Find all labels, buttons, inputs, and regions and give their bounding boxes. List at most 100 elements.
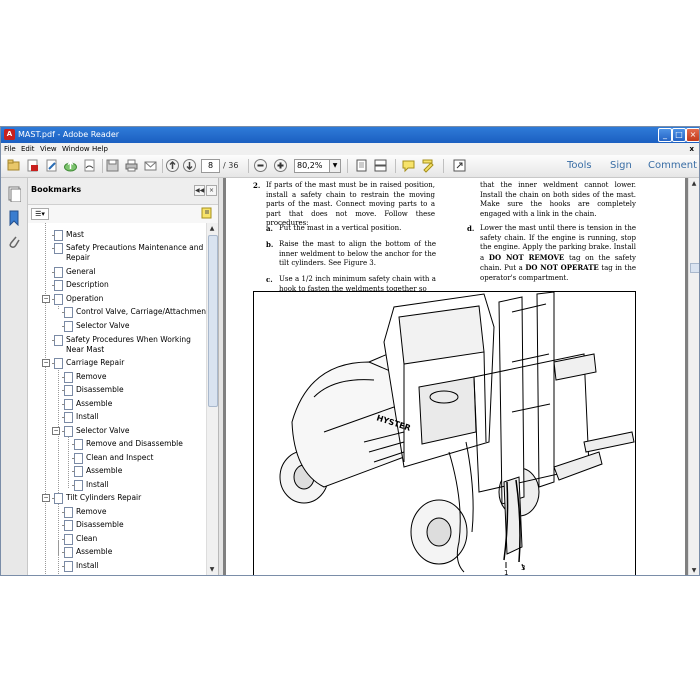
scroll-up-icon[interactable]: ▲ (208, 224, 216, 233)
cloud-upload-icon[interactable] (63, 158, 78, 173)
collapse-panel-icon[interactable]: ◀◀ (194, 185, 205, 196)
toolbar-separator (162, 159, 163, 173)
adobe-reader-icon: A (4, 129, 15, 140)
scroll-down-icon[interactable]: ▼ (208, 565, 216, 574)
bookmark-page-icon (52, 335, 63, 346)
bookmarks-panel-icon[interactable] (7, 210, 21, 227)
bookmark-page-icon (62, 561, 73, 572)
figure-callout-3: 3 (521, 564, 525, 572)
menu-window[interactable]: Window (62, 144, 90, 154)
zoom-input[interactable]: 80,2% (294, 159, 332, 173)
bookmarks-scrollbar[interactable]: ▲ ▼ (206, 223, 218, 575)
document-close-icon[interactable]: x (689, 144, 694, 154)
page-count: / 36 (223, 161, 239, 170)
previous-page-icon[interactable] (165, 158, 180, 173)
scroll-mode-icon[interactable] (373, 158, 388, 173)
print-icon[interactable] (124, 158, 139, 173)
zoom-out-icon[interactable] (253, 158, 268, 173)
fit-page-icon[interactable] (354, 158, 369, 173)
attachments-icon[interactable] (7, 234, 21, 250)
zoom-dropdown-icon[interactable]: ▼ (329, 159, 341, 173)
bookmark-page-icon (62, 307, 73, 318)
bookmark-page-icon (52, 493, 63, 504)
menu-file[interactable]: File (4, 144, 16, 154)
bookmark-page-icon (52, 230, 63, 241)
edit-document-icon[interactable] (44, 158, 59, 173)
close-panel-icon[interactable]: × (206, 185, 217, 196)
collapse-toggle-icon[interactable]: − (42, 494, 50, 502)
comment-note-icon[interactable] (401, 158, 416, 173)
bookmark-page-icon (62, 547, 73, 558)
bookmark-action-icon[interactable] (201, 207, 213, 219)
bookmark-page-icon (72, 466, 83, 477)
email-icon[interactable] (143, 158, 158, 173)
highlight-icon[interactable] (421, 158, 436, 173)
scroll-up-icon[interactable]: ▲ (690, 179, 698, 188)
document-view: 2. If parts of the mast must be in raise… (223, 178, 688, 576)
bookmark-page-icon (52, 358, 63, 369)
minimize-icon[interactable]: _ (658, 128, 672, 142)
bookmark-page-icon (52, 243, 63, 254)
bookmarks-title: Bookmarks (31, 185, 82, 194)
open-icon[interactable] (6, 158, 21, 173)
save-icon[interactable] (105, 158, 120, 173)
bookmark-page-icon (62, 507, 73, 518)
bookmark-page-icon (52, 267, 63, 278)
navigation-pane-strip (1, 178, 28, 575)
paragraph-step-b: b. Raise the mast to align the bottom of… (266, 240, 436, 267)
bookmark-page-icon (62, 412, 73, 423)
toolbar-separator (395, 159, 396, 173)
menu-bar: File Edit View Window Help x (1, 143, 699, 155)
scrollbar-thumb[interactable] (208, 235, 218, 407)
bookmark-page-icon (62, 372, 73, 383)
bookmark-page-icon (52, 280, 63, 291)
page-number-input[interactable]: 8 (201, 159, 220, 173)
collapse-toggle-icon[interactable]: − (42, 359, 50, 367)
bookmarks-toolbar: ☰▾ (28, 205, 218, 223)
bookmark-options-icon[interactable]: ☰▾ (31, 208, 49, 220)
toolbar-separator (102, 159, 103, 173)
toolbar-separator (347, 159, 348, 173)
toolbar: 8 / 36 80,2% ▼ Tools Sign Comment (1, 155, 699, 178)
bookmark-page-icon (62, 399, 73, 410)
sign-link[interactable]: Sign (610, 160, 632, 172)
collapse-toggle-icon[interactable]: − (52, 427, 60, 435)
zoom-in-icon[interactable] (273, 158, 288, 173)
window-title: MAST.pdf - Adobe Reader (18, 130, 120, 139)
menu-help[interactable]: Help (92, 144, 108, 154)
bookmark-page-icon (62, 520, 73, 531)
bookmarks-panel: Bookmarks ◀◀ × ☰▾ Mast Safety Precaution… (28, 178, 219, 575)
menu-view[interactable]: View (40, 144, 57, 154)
comment-link[interactable]: Comment (648, 160, 697, 172)
create-pdf-icon[interactable] (25, 158, 40, 173)
menu-edit[interactable]: Edit (21, 144, 35, 154)
sign-document-icon[interactable] (82, 158, 97, 173)
bookmark-page-icon (62, 321, 73, 332)
tools-link[interactable]: Tools (567, 160, 592, 172)
title-bar: A MAST.pdf - Adobe Reader _ □ × (1, 127, 699, 143)
collapse-toggle-icon[interactable]: − (42, 295, 50, 303)
document-scrollbar[interactable]: ▲ ▼ (688, 178, 699, 575)
bookmark-page-icon (72, 453, 83, 464)
tree-guide-line (58, 541, 59, 575)
tree-guide-line (68, 433, 69, 488)
scroll-down-icon[interactable]: ▼ (690, 566, 698, 575)
paragraph-step-d: d. Lower the mast until there is tension… (467, 224, 636, 282)
tree-guide-line (58, 365, 59, 555)
figure-callout-1: 1 (504, 569, 508, 576)
paragraph-continuation: that the inner weldment cannot lower. In… (480, 181, 636, 218)
maximize-icon[interactable]: □ (672, 128, 686, 142)
expand-view-icon[interactable] (452, 158, 467, 173)
page-thumbnails-icon[interactable] (7, 186, 22, 203)
scrollbar-thumb[interactable] (690, 263, 699, 273)
figure-box: HYSTER 1 3 (253, 291, 636, 576)
bookmark-page-icon (62, 534, 73, 545)
next-page-icon[interactable] (182, 158, 197, 173)
paragraph-step-2: 2. If parts of the mast must be in raise… (253, 181, 435, 227)
bookmark-page-icon (62, 385, 73, 396)
bookmark-page-icon (72, 439, 83, 450)
adobe-reader-window: A MAST.pdf - Adobe Reader _ □ × File Edi… (0, 126, 700, 576)
close-icon[interactable]: × (686, 128, 699, 142)
bookmark-page-icon (52, 294, 63, 305)
toolbar-separator (443, 159, 444, 173)
